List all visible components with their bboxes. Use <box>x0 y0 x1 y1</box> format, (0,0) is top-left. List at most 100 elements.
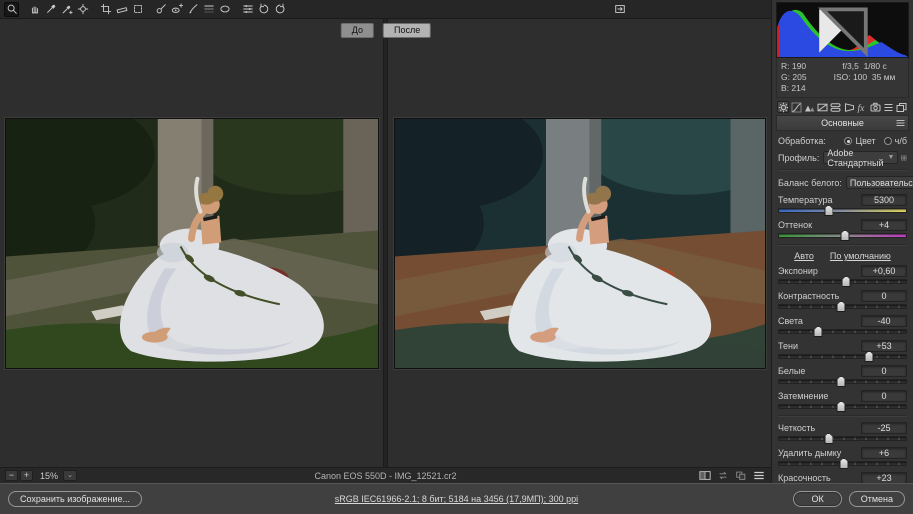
slider-blacks-thumb[interactable] <box>837 401 846 412</box>
presence-sliders: Четкость -25 Удалить дымку +6 Красочност… <box>778 422 907 483</box>
white-balance-tool-icon <box>45 3 57 15</box>
slider-highlights-track[interactable] <box>778 329 907 334</box>
auto-link[interactable]: Авто <box>794 251 814 261</box>
tab-tone-curve[interactable] <box>790 101 802 113</box>
highlight-clipping-icon[interactable] <box>776 4 907 58</box>
slider-shadows-thumb[interactable] <box>865 351 874 362</box>
preview-preferences-icon[interactable] <box>752 470 766 482</box>
slider-highlights-value[interactable]: -40 <box>861 315 907 327</box>
white-balance-row: Баланс белого: Пользовательский ▼ <box>778 176 907 189</box>
tab-effects[interactable]: fx <box>856 101 868 113</box>
slider-shadows: Тени +53 <box>778 340 907 359</box>
targeted-adjustment-tool[interactable] <box>75 2 90 17</box>
before-tab[interactable]: До <box>341 23 374 38</box>
preferences-button[interactable] <box>240 2 255 17</box>
tab-detail-icon <box>804 102 815 113</box>
tab-detail[interactable] <box>803 101 815 113</box>
zoom-tool[interactable] <box>4 2 19 17</box>
slider-vibrance-value[interactable]: +23 <box>861 472 907 483</box>
rotate-left-button[interactable] <box>256 2 271 17</box>
slider-clarity: Четкость -25 <box>778 422 907 441</box>
hand-tool[interactable] <box>27 2 42 17</box>
profile-dropdown[interactable]: Adobe Стандартный ▼ <box>823 151 898 164</box>
slider-dehaze-thumb[interactable] <box>839 458 848 469</box>
slider-whites-thumb[interactable] <box>837 376 846 387</box>
white-balance-dropdown[interactable]: Пользовательский ▼ <box>846 176 913 189</box>
slider-temperature-thumb[interactable] <box>824 205 833 216</box>
slider-blacks-label: Затемнение <box>778 391 828 401</box>
tab-hsl-grayscale-icon <box>817 102 828 113</box>
slider-clarity-value[interactable]: -25 <box>861 422 907 434</box>
tab-snapshots[interactable] <box>896 101 908 113</box>
spot-removal-tool[interactable] <box>153 2 168 17</box>
adjustment-brush-tool[interactable] <box>185 2 200 17</box>
swap-before-after-icon[interactable] <box>716 470 730 482</box>
slider-exposure-track[interactable] <box>778 279 907 284</box>
cancel-button[interactable]: Отмена <box>849 491 905 507</box>
slider-whites-track[interactable] <box>778 379 907 384</box>
toggle-fullscreen[interactable] <box>612 2 627 17</box>
filename-label: Canon EOS 550D - IMG_12521.cr2 <box>0 471 771 481</box>
toolbar-separator <box>233 2 239 17</box>
treatment-color-radio[interactable] <box>844 137 852 145</box>
slider-tint-value[interactable]: +4 <box>861 219 907 231</box>
slider-shadows-value[interactable]: +53 <box>861 340 907 352</box>
slider-contrast-thumb[interactable] <box>837 301 846 312</box>
zoom-level-dropdown[interactable]: ⌄ <box>63 470 77 481</box>
tab-lens-corrections[interactable] <box>843 101 855 113</box>
copy-settings-icon[interactable] <box>734 470 748 482</box>
slider-clarity-thumb[interactable] <box>824 433 833 444</box>
slider-contrast-track[interactable] <box>778 304 907 309</box>
transform-tool-icon <box>132 3 144 15</box>
slider-tint-track[interactable] <box>778 233 907 238</box>
slider-clarity-track[interactable] <box>778 436 907 441</box>
radial-filter-tool[interactable] <box>217 2 232 17</box>
after-pane <box>388 19 771 467</box>
transform-tool[interactable] <box>130 2 145 17</box>
slider-exposure-thumb[interactable] <box>842 276 851 287</box>
after-photo[interactable] <box>394 118 766 369</box>
slider-temperature-value[interactable]: 5300 <box>861 194 907 206</box>
zoom-out-button[interactable]: − <box>5 470 18 481</box>
after-tab[interactable]: После <box>383 23 431 38</box>
red-eye-tool[interactable] <box>169 2 184 17</box>
slider-whites: Белые 0 <box>778 365 907 384</box>
profile-row: Профиль: Adobe Стандартный ▼ <box>778 151 907 164</box>
panel-menu-icon[interactable] <box>896 119 905 127</box>
tab-camera-calibration[interactable] <box>870 101 882 113</box>
slider-blacks-value[interactable]: 0 <box>861 390 907 402</box>
slider-temperature-track[interactable] <box>778 208 907 213</box>
ok-button[interactable]: ОК <box>793 491 841 507</box>
slider-exposure-value[interactable]: +0,60 <box>861 265 907 277</box>
slider-whites-value[interactable]: 0 <box>861 365 907 377</box>
slider-blacks-track[interactable] <box>778 404 907 409</box>
default-link[interactable]: По умолчанию <box>830 251 891 261</box>
straighten-tool[interactable] <box>114 2 129 17</box>
slider-shadows-track[interactable] <box>778 354 907 359</box>
slider-dehaze-value[interactable]: +6 <box>861 447 907 459</box>
tab-presets[interactable] <box>883 101 895 113</box>
slider-tint-thumb[interactable] <box>841 230 850 241</box>
tab-basic[interactable] <box>777 101 789 113</box>
before-after-view-icon[interactable] <box>698 470 712 482</box>
tab-split-toning[interactable] <box>830 101 842 113</box>
white-balance-tool[interactable] <box>43 2 58 17</box>
save-image-button[interactable]: Сохранить изображение... <box>8 491 142 507</box>
crop-tool[interactable] <box>98 2 113 17</box>
slider-highlights-thumb[interactable] <box>814 326 823 337</box>
tab-hsl-grayscale[interactable] <box>817 101 829 113</box>
graduated-filter-tool[interactable] <box>201 2 216 17</box>
slider-contrast-value[interactable]: 0 <box>861 290 907 302</box>
dialog-footer: Сохранить изображение... sRGB IEC61966-2… <box>0 483 913 514</box>
color-sampler-tool[interactable] <box>59 2 74 17</box>
profile-browser-icon[interactable] <box>901 152 907 164</box>
before-photo[interactable] <box>5 118 379 369</box>
rotate-right-button[interactable] <box>272 2 287 17</box>
slider-dehaze-track[interactable] <box>778 461 907 466</box>
treatment-bw-radio[interactable] <box>884 137 892 145</box>
zoom-in-button[interactable]: + <box>20 470 33 481</box>
workflow-options-link[interactable]: sRGB IEC61966-2.1; 8 бит; 5184 на 3456 (… <box>335 494 578 504</box>
slider-clarity-label: Четкость <box>778 423 815 433</box>
divider <box>778 415 907 417</box>
radial-filter-tool-icon <box>219 3 231 15</box>
